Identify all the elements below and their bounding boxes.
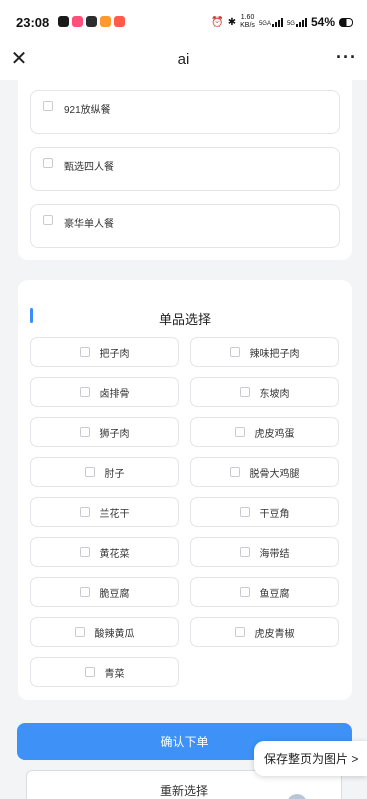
checkbox[interactable] [79,547,90,557]
app-icon [72,16,83,27]
single-label: 肘子 [104,468,125,480]
single-label: 脱骨大鸡腿 [249,468,300,480]
app-icon [100,16,111,27]
single-option[interactable]: 狮子肉 [30,417,179,447]
single-label: 脆豆腐 [99,588,130,600]
checkbox[interactable] [229,467,240,477]
checkbox[interactable] [79,427,90,437]
single-label: 海带结 [259,548,290,560]
net-speed: 1.60 KB/s [240,14,255,29]
signal-5ga: 5GA [259,17,283,27]
combo-label: 甄选四人餐 [64,162,114,173]
single-option[interactable]: 黄花菜 [30,537,179,567]
single-label: 东坡肉 [259,388,290,400]
single-label: 虎皮青椒 [254,628,295,640]
checkbox[interactable] [79,387,90,397]
more-icon[interactable]: ··· [336,47,357,68]
status-app-icons [58,16,125,27]
single-option[interactable]: 脆豆腐 [30,577,179,607]
single-option[interactable]: 兰花干 [30,497,179,527]
checkbox[interactable] [43,101,53,111]
checkbox[interactable] [234,427,245,437]
combo-label: 921放纵餐 [64,105,111,116]
single-option[interactable]: 东坡肉 [190,377,339,407]
single-option[interactable]: 青菜 [30,657,179,687]
single-option[interactable]: 虎皮鸡蛋 [190,417,339,447]
single-option[interactable]: 脱骨大鸡腿 [190,457,339,487]
single-label: 辣味把子肉 [249,348,300,360]
single-option[interactable]: 酸辣黄瓜 [30,617,179,647]
app-icon [86,16,97,27]
status-time: 23:08 [16,15,50,30]
status-bar: 23:08 ⏰ ✱ 1.60 KB/s 5GA 5G 54% [0,0,367,40]
checkbox[interactable] [84,667,95,677]
combo-card: 921放纵餐 甄选四人餐 豪华单人餐 [18,70,352,260]
single-label: 黄花菜 [99,548,130,560]
single-option[interactable]: 把子肉 [30,337,179,367]
combo-option[interactable]: 甄选四人餐 [30,147,340,191]
single-item-card: 单品选择 把子肉 辣味把子肉 卤排骨 东坡肉 狮子肉 虎皮鸡蛋 肘子 脱骨大鸡腿… [18,280,352,700]
save-page-image-button[interactable]: 保存整页为图片 > [254,741,367,776]
checkbox[interactable] [74,627,85,637]
single-option[interactable]: 海带结 [190,537,339,567]
checkbox[interactable] [239,387,250,397]
alarm-icon: ⏰ [211,16,224,28]
single-label: 把子肉 [99,348,130,360]
checkbox[interactable] [84,467,95,477]
app-icon [114,16,125,27]
combo-option[interactable]: 豪华单人餐 [30,204,340,248]
single-option[interactable]: 鱼豆腐 [190,577,339,607]
checkbox[interactable] [43,158,53,168]
checkbox[interactable] [229,347,240,357]
single-option[interactable]: 辣味把子肉 [190,337,339,367]
checkbox[interactable] [239,507,250,517]
battery-level: 54% [310,15,335,29]
single-option[interactable]: 干豆角 [190,497,339,527]
single-label: 兰花干 [99,508,130,520]
single-option[interactable]: 肘子 [30,457,179,487]
combo-label: 豪华单人餐 [64,219,114,230]
single-label: 青菜 [104,668,125,680]
page-title: ai [177,51,190,68]
bluetooth-icon: ✱ [227,16,237,28]
single-label: 干豆角 [259,508,290,520]
signal-5g: 5G [287,17,307,27]
checkbox[interactable] [239,587,250,597]
single-label: 虎皮鸡蛋 [254,428,295,440]
section-title: 单品选择 [158,312,211,327]
app-icon [58,16,69,27]
single-option[interactable]: 虎皮青椒 [190,617,339,647]
single-label: 酸辣黄瓜 [94,628,135,640]
checkbox[interactable] [43,215,53,225]
battery-icon [339,17,353,27]
single-label: 狮子肉 [99,428,130,440]
checkbox[interactable] [234,627,245,637]
single-label: 鱼豆腐 [259,588,290,600]
checkbox[interactable] [79,587,90,597]
status-indicators: ⏰ ✱ 1.60 KB/s 5GA 5G 54% [211,14,353,30]
combo-option[interactable]: 921放纵餐 [30,90,340,134]
checkbox[interactable] [239,547,250,557]
single-option[interactable]: 卤排骨 [30,377,179,407]
checkbox[interactable] [79,507,90,517]
checkbox[interactable] [79,347,90,357]
single-label: 卤排骨 [99,388,130,400]
signal-icon [295,17,307,27]
signal-icon [271,17,283,27]
